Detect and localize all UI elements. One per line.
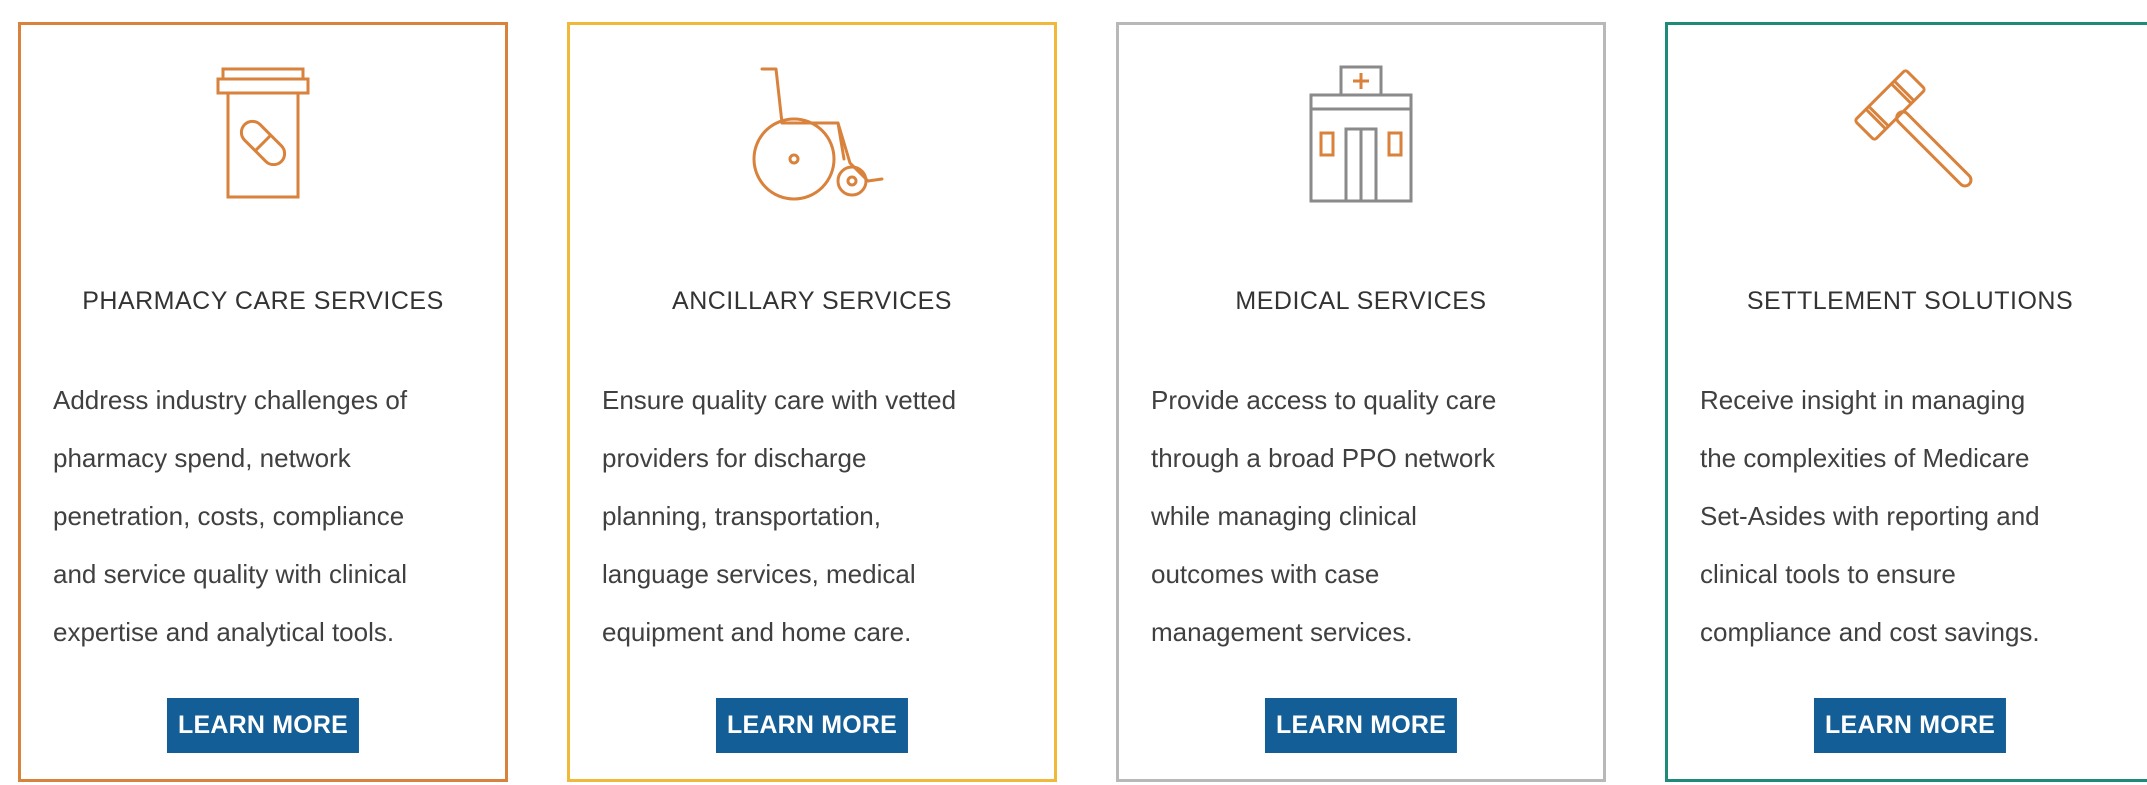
learn-more-button[interactable]: LEARN MORE (166, 698, 360, 753)
card-ancillary-services: ANCILLARY SERVICES Ensure quality care w… (567, 22, 1057, 782)
card-pharmacy-care-services: PHARMACY CARE SERVICES Address industry … (18, 22, 508, 782)
card-medical-services: MEDICAL SERVICES Provide access to quali… (1116, 22, 1606, 782)
card-description: Ensure quality care with vetted provider… (602, 385, 957, 647)
card-description: Address industry challenges of pharmacy … (53, 385, 408, 647)
gavel-icon (1668, 63, 2147, 203)
card-description: Provide access to quality care through a… (1151, 385, 1497, 647)
card-title: SETTLEMENT SOLUTIONS (1746, 287, 2074, 315)
pill-bottle-icon (21, 63, 505, 203)
hospital-icon (1119, 63, 1603, 203)
card-title: PHARMACY CARE SERVICES (82, 287, 444, 315)
wheelchair-icon (570, 63, 1054, 203)
card-title: ANCILLARY SERVICES (672, 287, 952, 315)
learn-more-button[interactable]: LEARN MORE (1264, 698, 1458, 753)
card-description: Receive insight in managing the complexi… (1700, 385, 2040, 647)
card-settlement-solutions: SETTLEMENT SOLUTIONS Receive insight in … (1665, 22, 2147, 782)
learn-more-button[interactable]: LEARN MORE (715, 698, 909, 753)
learn-more-button[interactable]: LEARN MORE (1813, 698, 2007, 753)
card-title: MEDICAL SERVICES (1235, 287, 1487, 315)
